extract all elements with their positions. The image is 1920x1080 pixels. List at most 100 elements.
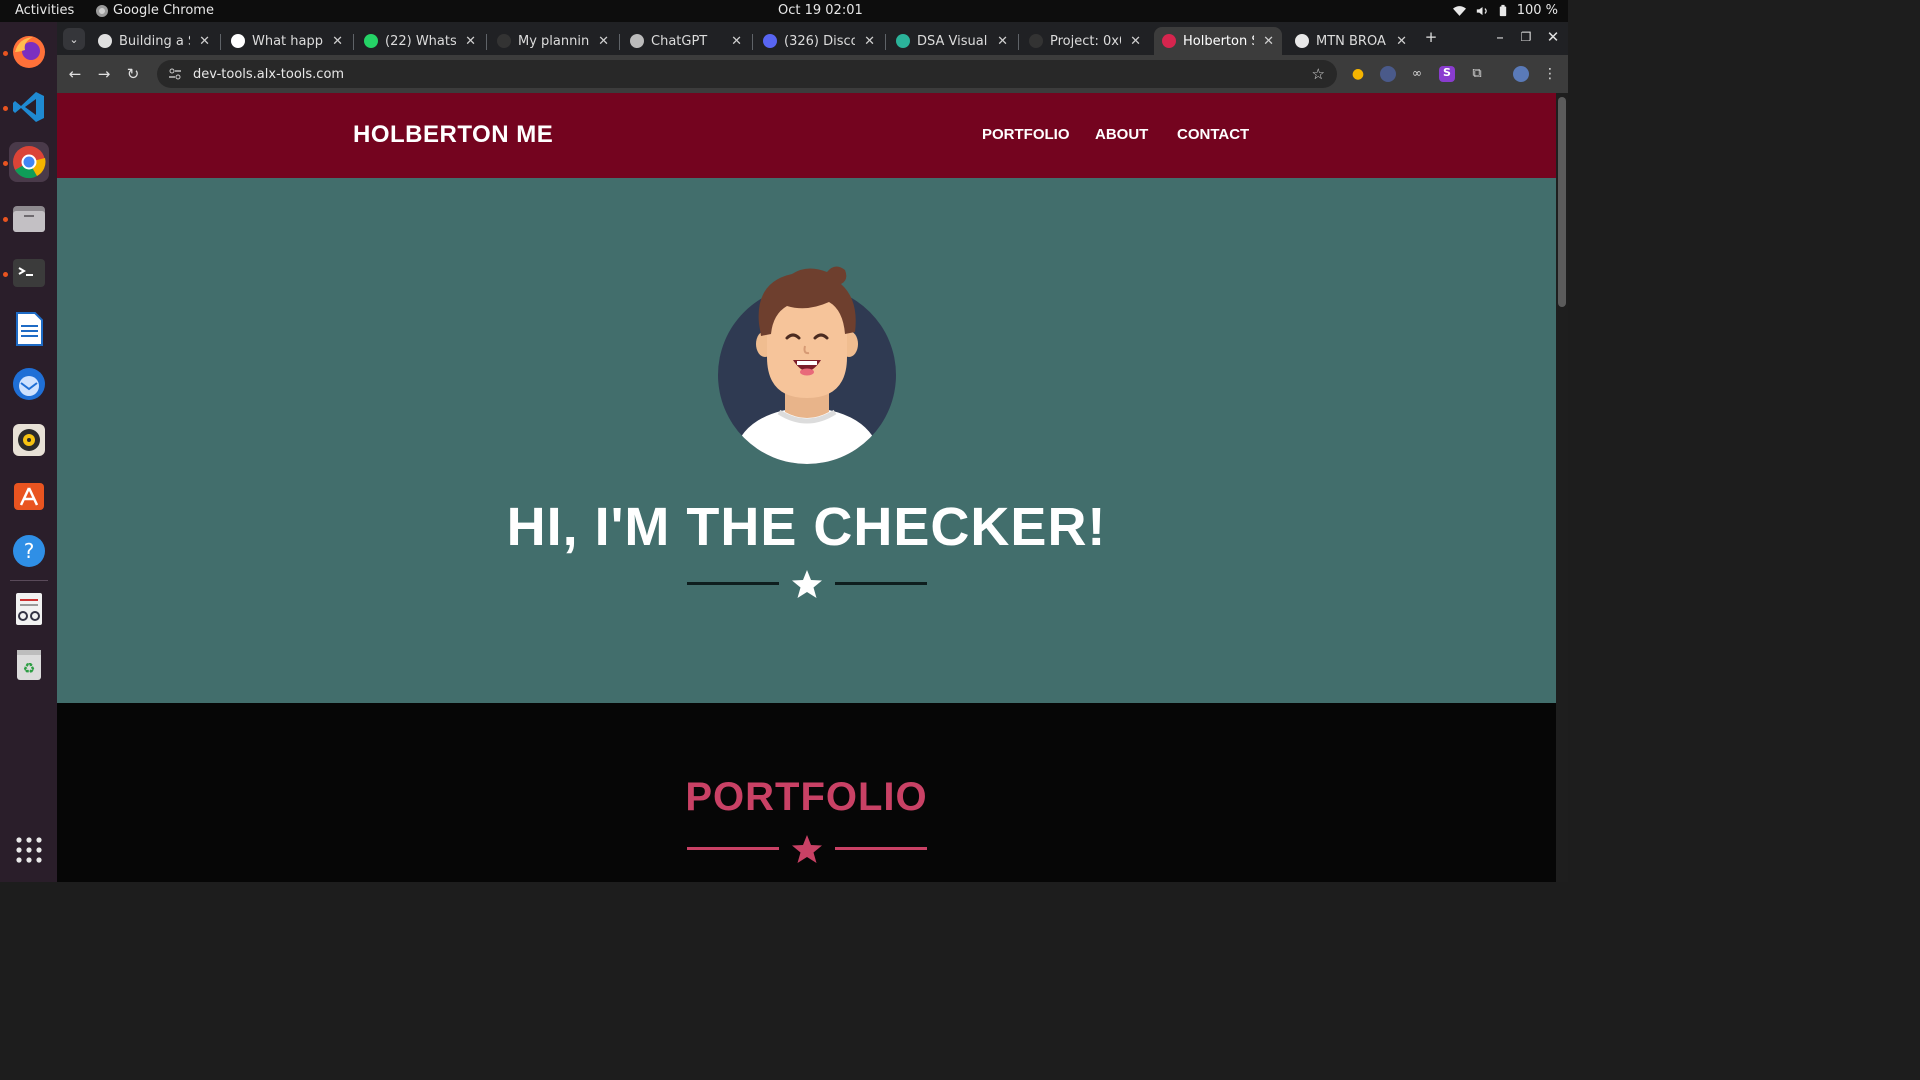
system-tray[interactable]: 100 % — [1452, 3, 1558, 18]
app-center-icon[interactable] — [9, 475, 49, 515]
web-page: HOLBERTON ME PORTFOLIO ABOUT CONTACT HI,… — [57, 93, 1556, 882]
close-tab-icon[interactable]: ✕ — [598, 34, 609, 49]
arrow-right-icon: → — [97, 65, 111, 83]
hero-section: HI, I'M THE CHECKER! — [57, 178, 1556, 703]
thunderbird-icon[interactable] — [9, 364, 49, 404]
tab-title: Project: 0x01 — [1050, 33, 1121, 49]
browser-tab[interactable]: What happen ✕ — [223, 27, 351, 55]
close-tab-icon[interactable]: ✕ — [731, 34, 742, 49]
browser-tab[interactable]: Building a Stu ✕ — [90, 27, 218, 55]
browser-tab[interactable]: DSA Visualiza ✕ — [888, 27, 1016, 55]
rhythmbox-icon[interactable] — [9, 420, 49, 460]
clock[interactable]: Oct 19 02:01 — [778, 3, 863, 18]
running-indicator — [3, 272, 8, 277]
favicon-icon — [98, 34, 112, 48]
browser-tab[interactable]: ChatGPT ✕ — [622, 27, 750, 55]
running-indicator — [3, 217, 8, 222]
chrome-icon[interactable] — [9, 142, 49, 182]
activities-button[interactable]: Activities — [15, 3, 74, 18]
browser-tab[interactable]: (22) WhatsAp ✕ — [356, 27, 484, 55]
terminal-icon[interactable] — [9, 253, 49, 293]
extension-s-icon[interactable]: S — [1439, 66, 1455, 82]
close-tab-icon[interactable]: ✕ — [199, 34, 210, 49]
chevron-down-icon: ⌄ — [69, 32, 79, 46]
svg-text:?: ? — [24, 539, 35, 563]
close-tab-icon[interactable]: ✕ — [997, 34, 1008, 49]
browser-tab[interactable]: (326) Discord ✕ — [755, 27, 883, 55]
tab-separator — [619, 34, 620, 50]
browser-tab[interactable]: Project: 0x01 ✕ — [1021, 27, 1149, 55]
close-tab-icon[interactable]: ✕ — [1396, 34, 1407, 49]
reload-button[interactable]: ↻ — [122, 63, 144, 85]
running-indicator — [3, 161, 8, 166]
menu-dots-icon[interactable]: ⋮ — [1542, 66, 1558, 82]
arrow-left-icon: ← — [68, 65, 82, 83]
volume-icon — [1476, 6, 1487, 15]
extension-pin-icon[interactable]: ● — [1350, 66, 1366, 82]
new-tab-button[interactable]: + — [1420, 26, 1442, 48]
tab-title: Holberton Sc — [1183, 33, 1254, 49]
dock-separator — [10, 580, 48, 581]
close-tab-icon[interactable]: ✕ — [465, 34, 476, 49]
url-text[interactable]: dev-tools.alx-tools.com — [193, 67, 344, 82]
site-navbar: HOLBERTON ME PORTFOLIO ABOUT CONTACT — [57, 93, 1556, 178]
site-info-icon[interactable] — [169, 68, 181, 80]
close-icon: ✕ — [1546, 28, 1560, 46]
vscode-icon[interactable] — [9, 87, 49, 127]
tab-search-button[interactable]: ⌄ — [63, 28, 85, 50]
close-window-button[interactable]: ✕ — [1542, 26, 1564, 48]
document-viewer-icon[interactable] — [9, 589, 49, 629]
tab-title: What happen — [252, 33, 323, 49]
browser-tab[interactable]: Holberton Sc ✕ — [1154, 27, 1282, 55]
profile-avatar[interactable] — [1513, 66, 1529, 82]
writer-icon[interactable] — [9, 309, 49, 349]
nav-about-link[interactable]: ABOUT — [1095, 126, 1148, 143]
tab-title: (326) Discord — [784, 33, 856, 49]
firefox-icon[interactable] — [9, 32, 49, 72]
favicon-icon — [1295, 34, 1309, 48]
tab-title: Building a Stu — [119, 33, 190, 49]
tab-title: (22) WhatsAp — [385, 33, 457, 49]
tab-separator — [353, 34, 354, 50]
wifi-icon — [1452, 5, 1466, 16]
browser-toolbar: ← → ↻ dev-tools.alx-tools.com ☆ ● ∞ S ⧉ … — [57, 55, 1568, 93]
hero-title: HI, I'M THE CHECKER! — [506, 497, 1107, 557]
extension-cursor-icon[interactable] — [1380, 66, 1396, 82]
tab-title: DSA Visualiza — [917, 33, 988, 49]
nav-portfolio-link[interactable]: PORTFOLIO — [982, 126, 1070, 143]
tab-separator — [885, 34, 886, 50]
browser-tab[interactable]: My planning ✕ — [489, 27, 617, 55]
forward-button[interactable]: → — [93, 63, 115, 85]
site-brand[interactable]: HOLBERTON ME — [353, 121, 553, 149]
browser-tab[interactable]: MTN BROADE ✕ — [1287, 27, 1415, 55]
files-icon[interactable] — [9, 198, 49, 238]
reload-icon: ↻ — [126, 65, 140, 83]
page-scrollbar[interactable] — [1556, 93, 1568, 882]
extensions-puzzle-icon[interactable]: ⧉ — [1469, 66, 1485, 82]
close-tab-icon[interactable]: ✕ — [332, 34, 343, 49]
help-icon[interactable]: ? — [9, 531, 49, 571]
scrollbar-thumb[interactable] — [1558, 97, 1566, 307]
app-menu[interactable]: Google Chrome — [96, 3, 214, 18]
show-apps-icon[interactable] — [9, 830, 49, 870]
trash-icon[interactable]: ♻ — [9, 644, 49, 684]
extension-glasses-icon[interactable]: ∞ — [1409, 66, 1425, 82]
minimize-button[interactable]: – — [1489, 26, 1511, 48]
tab-title: My planning — [518, 33, 590, 49]
favicon-icon — [497, 34, 511, 48]
favicon-icon — [763, 34, 777, 48]
nav-contact-link[interactable]: CONTACT — [1177, 126, 1249, 143]
tab-separator — [220, 34, 221, 50]
tab-title: MTN BROADE — [1316, 33, 1387, 49]
close-tab-icon[interactable]: ✕ — [864, 34, 875, 49]
back-button[interactable]: ← — [64, 63, 86, 85]
restore-icon: ❐ — [1520, 30, 1532, 44]
close-tab-icon[interactable]: ✕ — [1263, 34, 1274, 49]
close-tab-icon[interactable]: ✕ — [1130, 34, 1141, 49]
restore-button[interactable]: ❐ — [1515, 26, 1537, 48]
bookmark-star-icon[interactable]: ☆ — [1312, 65, 1325, 83]
tab-title: ChatGPT — [651, 33, 708, 49]
divider-line — [687, 582, 779, 585]
address-bar[interactable]: dev-tools.alx-tools.com ☆ — [157, 60, 1337, 88]
star-icon — [792, 835, 822, 863]
